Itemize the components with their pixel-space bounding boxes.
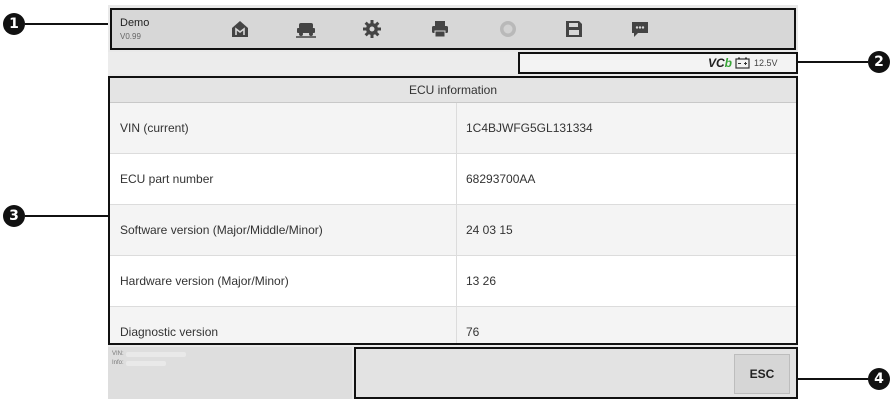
vehicle-swap-icon (296, 23, 316, 38)
panel-title: ECU information (110, 78, 796, 103)
callout-4-leader (797, 378, 868, 380)
app-version: V0.99 (120, 32, 141, 41)
row-value: 13 26 (466, 274, 497, 288)
callout-2: 2 (868, 51, 890, 73)
info-value-blurred (126, 361, 166, 366)
home-icon (232, 21, 248, 37)
callout-1: 1 (3, 13, 25, 35)
data-logging-button[interactable] (610, 11, 670, 47)
function-bar: ESC (354, 347, 798, 399)
column-divider (456, 154, 457, 204)
row-value: 24 03 15 (466, 223, 513, 237)
print-button[interactable] (410, 11, 470, 47)
callout-4: 4 (868, 368, 890, 390)
column-divider (456, 307, 457, 343)
row-value: 68293700AA (466, 172, 536, 186)
row-value: 1C4BJWFG5GL131334 (466, 121, 593, 135)
data-logging-icon (632, 22, 648, 37)
callout-2-leader (797, 61, 868, 63)
row-label: ECU part number (120, 172, 214, 186)
save-icon (566, 21, 582, 37)
vehicle-swap-button[interactable] (276, 11, 336, 47)
table-row: VIN (current) 1C4BJWFG5GL131334 (110, 103, 796, 154)
vci-status-accent: b (724, 56, 733, 70)
help-icon (500, 21, 516, 37)
print-icon (432, 21, 448, 38)
esc-button[interactable]: ESC (734, 354, 790, 394)
help-button[interactable] (478, 11, 538, 47)
callout-3-leader (25, 215, 110, 217)
vci-status: VCb (708, 56, 732, 70)
app-title: Demo (120, 17, 150, 29)
row-label: Diagnostic version (120, 325, 219, 339)
table-row: Software version (Major/Middle/Minor) 24… (110, 205, 796, 256)
home-button[interactable] (210, 11, 270, 47)
callout-3: 3 (3, 205, 25, 227)
ecu-info-panel: ECU information VIN (current) 1C4BJWFG5G… (108, 76, 798, 345)
battery-voltage: 12.5V (754, 58, 778, 68)
info-label: Info: (112, 360, 124, 366)
table-row: Hardware version (Major/Minor) 13 26 (110, 256, 796, 307)
vehicle-info-area: VIN: Info: (108, 347, 352, 399)
ecu-info-rows: VIN (current) 1C4BJWFG5GL131334 ECU part… (110, 103, 796, 343)
callout-1-leader (25, 23, 112, 25)
vci-status-label: VC (708, 56, 725, 70)
settings-icon (363, 20, 381, 38)
table-row: ECU part number 68293700AA (110, 154, 796, 205)
column-divider (456, 103, 457, 153)
vin-value-blurred (126, 352, 186, 357)
table-row: Diagnostic version 76 (110, 307, 796, 343)
column-divider (456, 256, 457, 306)
column-divider (456, 205, 457, 255)
top-toolbar: Demo V0.99 (110, 8, 796, 50)
app-title-box: Demo V0.99 (116, 14, 172, 44)
status-bar: VCb 12.5V (108, 52, 798, 74)
status-indicators: VCb 12.5V (518, 52, 798, 74)
row-label: VIN (current) (120, 121, 189, 135)
device-screen: Demo V0.99 VCb 12.5V ECU information VIN… (108, 5, 798, 399)
row-label: Hardware version (Major/Minor) (120, 274, 289, 288)
vin-label: VIN: (112, 351, 124, 357)
save-button[interactable] (544, 11, 604, 47)
row-label: Software version (Major/Middle/Minor) (120, 223, 323, 237)
battery-icon (735, 57, 750, 69)
settings-button[interactable] (342, 11, 402, 47)
row-value: 76 (466, 325, 480, 339)
